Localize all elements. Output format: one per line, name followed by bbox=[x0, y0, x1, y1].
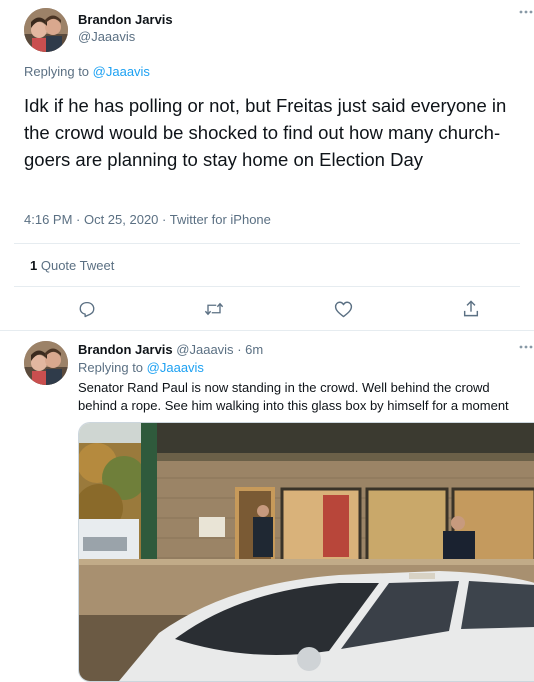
author-name[interactable]: Brandon Jarvis bbox=[78, 12, 173, 27]
more-options-icon[interactable] bbox=[519, 344, 533, 350]
like-icon[interactable] bbox=[334, 300, 353, 318]
author-name[interactable]: Brandon Jarvis bbox=[78, 342, 173, 357]
author-handle[interactable]: @Jaaavis bbox=[176, 342, 233, 357]
divider bbox=[14, 286, 520, 287]
more-options-icon[interactable] bbox=[519, 9, 533, 15]
quote-tweets-link[interactable]: 1 Quote Tweet bbox=[30, 258, 114, 273]
avatar[interactable] bbox=[24, 341, 68, 385]
tweet-text: Idk if he has polling or not, but Freita… bbox=[24, 95, 507, 170]
avatar[interactable] bbox=[24, 8, 68, 52]
reply-tweet[interactable]: Brandon Jarvis @Jaaavis · 6m Replying to… bbox=[0, 331, 534, 682]
reply-header: Brandon Jarvis @Jaaavis · 6m bbox=[78, 342, 263, 357]
retweet-icon[interactable] bbox=[204, 300, 224, 318]
replying-to: Replying to @Jaaavis bbox=[24, 64, 150, 79]
share-icon[interactable] bbox=[462, 299, 480, 318]
quote-label: Quote Tweet bbox=[40, 258, 115, 273]
photo-image bbox=[79, 423, 534, 681]
main-tweet: Brandon Jarvis @Jaaavis Replying to @Jaa… bbox=[0, 0, 534, 330]
quote-count: 1 bbox=[30, 258, 38, 273]
replying-handle-link[interactable]: @Jaaavis bbox=[93, 64, 150, 79]
replying-prefix: Replying to bbox=[78, 360, 147, 375]
replying-to: Replying to @Jaaavis bbox=[78, 360, 204, 375]
reply-text: Senator Rand Paul is now standing in the… bbox=[78, 380, 509, 413]
reply-icon[interactable] bbox=[78, 300, 96, 318]
author-handle[interactable]: @Jaaavis bbox=[78, 29, 135, 44]
replying-prefix: Replying to bbox=[24, 64, 93, 79]
avatar-photo-icon bbox=[24, 8, 68, 52]
avatar-photo-icon bbox=[24, 341, 68, 385]
media-photo[interactable] bbox=[78, 422, 534, 682]
tweet-timestamp[interactable]: 4:16 PM · Oct 25, 2020 · Twitter for iPh… bbox=[24, 212, 271, 227]
divider bbox=[14, 243, 520, 244]
time-ago[interactable]: · 6m bbox=[237, 342, 263, 357]
replying-handle-link[interactable]: @Jaaavis bbox=[147, 360, 204, 375]
